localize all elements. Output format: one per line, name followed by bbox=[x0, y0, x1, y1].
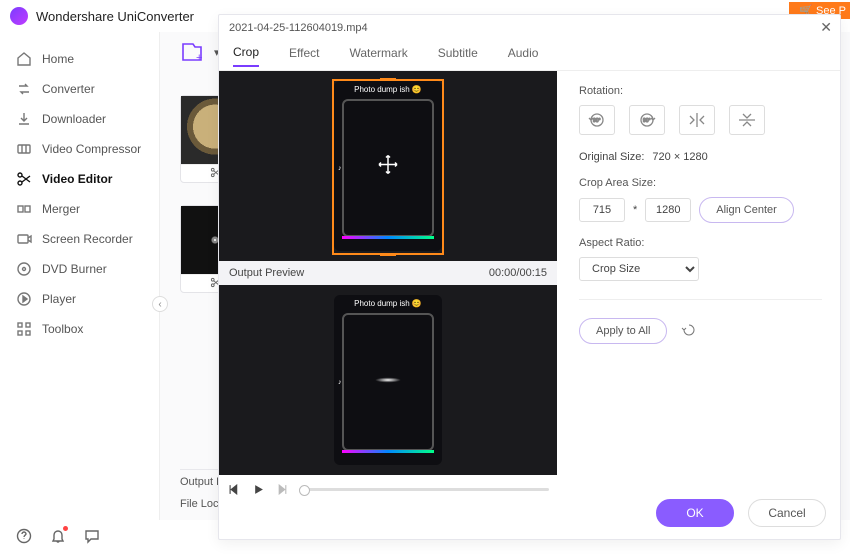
sidebar-item-dvd-burner[interactable]: DVD Burner bbox=[0, 254, 159, 284]
sidebar-item-merger[interactable]: Merger bbox=[0, 194, 159, 224]
rotation-label: Rotation: bbox=[579, 85, 822, 97]
flip-horizontal-button[interactable] bbox=[679, 105, 715, 135]
sidebar-item-video-editor[interactable]: Video Editor bbox=[0, 164, 159, 194]
crop-rectangle[interactable] bbox=[332, 79, 444, 255]
sidebar-item-player[interactable]: Player bbox=[0, 284, 159, 314]
sidebar-item-converter[interactable]: Converter bbox=[0, 74, 159, 104]
cancel-button[interactable]: Cancel bbox=[748, 499, 826, 527]
sidebar-item-label: Video Editor bbox=[42, 172, 112, 186]
aspect-ratio-select[interactable]: Crop Size bbox=[579, 257, 699, 281]
next-frame-button[interactable] bbox=[275, 482, 289, 496]
flip-vertical-button[interactable] bbox=[729, 105, 765, 135]
sidebar-item-label: Home bbox=[42, 52, 74, 66]
light-glow bbox=[375, 378, 401, 383]
tiktok-icon: ♪ bbox=[338, 379, 342, 386]
sidebar: Home Converter Downloader Video Compress… bbox=[0, 32, 160, 520]
disc-icon bbox=[16, 261, 32, 277]
ok-button[interactable]: OK bbox=[656, 499, 734, 527]
tab-crop[interactable]: Crop bbox=[233, 45, 259, 67]
crop-height-input[interactable] bbox=[645, 198, 691, 222]
source-preview[interactable]: Photo dump ish 😊 ♪ bbox=[219, 71, 557, 261]
original-size-value: 720 × 1280 bbox=[652, 151, 707, 163]
align-center-button[interactable]: Align Center bbox=[699, 197, 794, 223]
sidebar-item-screen-recorder[interactable]: Screen Recorder bbox=[0, 224, 159, 254]
output-preview-label: Output Preview bbox=[229, 267, 304, 279]
scissors-icon bbox=[16, 171, 32, 187]
home-icon bbox=[16, 51, 32, 67]
sidebar-item-toolbox[interactable]: Toolbox bbox=[0, 314, 159, 344]
sidebar-item-label: Merger bbox=[42, 202, 80, 216]
modal-filename: 2021-04-25-112604019.mp4 bbox=[229, 22, 368, 34]
rotate-cw-button[interactable]: 90° bbox=[629, 105, 665, 135]
tab-watermark[interactable]: Watermark bbox=[349, 46, 407, 66]
original-size-label: Original Size: bbox=[579, 151, 644, 163]
move-icon bbox=[377, 154, 399, 181]
help-icon[interactable] bbox=[16, 528, 32, 549]
converter-icon bbox=[16, 81, 32, 97]
sidebar-item-label: Screen Recorder bbox=[42, 232, 133, 246]
grid-icon bbox=[16, 321, 32, 337]
sidebar-item-label: Toolbox bbox=[42, 322, 83, 336]
apply-to-all-button[interactable]: Apply to All bbox=[579, 318, 667, 344]
svg-text:+: + bbox=[196, 52, 202, 63]
play-button[interactable] bbox=[251, 482, 265, 496]
svg-text:90°: 90° bbox=[643, 118, 651, 124]
crop-editor-modal: 2021-04-25-112604019.mp4 ✕ Crop Effect W… bbox=[218, 14, 841, 540]
feedback-icon[interactable] bbox=[84, 528, 100, 549]
sidebar-item-home[interactable]: Home bbox=[0, 44, 159, 74]
rgb-strip bbox=[342, 450, 434, 453]
collapse-sidebar-button[interactable]: ‹ bbox=[152, 296, 168, 312]
rotate-ccw-button[interactable]: 90° bbox=[579, 105, 615, 135]
merger-icon bbox=[16, 201, 32, 217]
sidebar-item-label: Converter bbox=[42, 82, 95, 96]
seek-track[interactable] bbox=[299, 488, 549, 491]
bell-icon[interactable] bbox=[50, 528, 66, 549]
compressor-icon bbox=[16, 141, 32, 157]
app-logo bbox=[10, 7, 28, 25]
crop-area-label: Crop Area Size: bbox=[579, 177, 822, 189]
tab-effect[interactable]: Effect bbox=[289, 46, 319, 66]
sidebar-item-label: Player bbox=[42, 292, 76, 306]
prev-frame-button[interactable] bbox=[227, 482, 241, 496]
recorder-icon bbox=[16, 231, 32, 247]
clip-caption: Photo dump ish 😊 bbox=[354, 299, 422, 308]
app-title: Wondershare UniConverter bbox=[36, 9, 194, 24]
tab-subtitle[interactable]: Subtitle bbox=[438, 46, 478, 66]
play-icon bbox=[16, 291, 32, 307]
aspect-ratio-label: Aspect Ratio: bbox=[579, 237, 822, 249]
sidebar-item-label: Video Compressor bbox=[42, 142, 141, 156]
sidebar-item-downloader[interactable]: Downloader bbox=[0, 104, 159, 134]
reset-icon[interactable] bbox=[681, 322, 699, 340]
sidebar-item-label: DVD Burner bbox=[42, 262, 107, 276]
sidebar-item-label: Downloader bbox=[42, 112, 106, 126]
preview-time: 00:00/00:15 bbox=[489, 267, 547, 279]
crop-sep: * bbox=[633, 204, 637, 216]
crop-width-input[interactable] bbox=[579, 198, 625, 222]
editor-tabs: Crop Effect Watermark Subtitle Audio bbox=[219, 41, 840, 71]
download-icon bbox=[16, 111, 32, 127]
add-file-icon[interactable]: + bbox=[180, 41, 204, 63]
close-icon[interactable]: ✕ bbox=[820, 19, 832, 36]
tab-audio[interactable]: Audio bbox=[508, 46, 539, 66]
sidebar-item-compressor[interactable]: Video Compressor bbox=[0, 134, 159, 164]
output-preview: Photo dump ish 😊 ♪ bbox=[219, 285, 557, 475]
svg-text:90°: 90° bbox=[593, 118, 601, 124]
